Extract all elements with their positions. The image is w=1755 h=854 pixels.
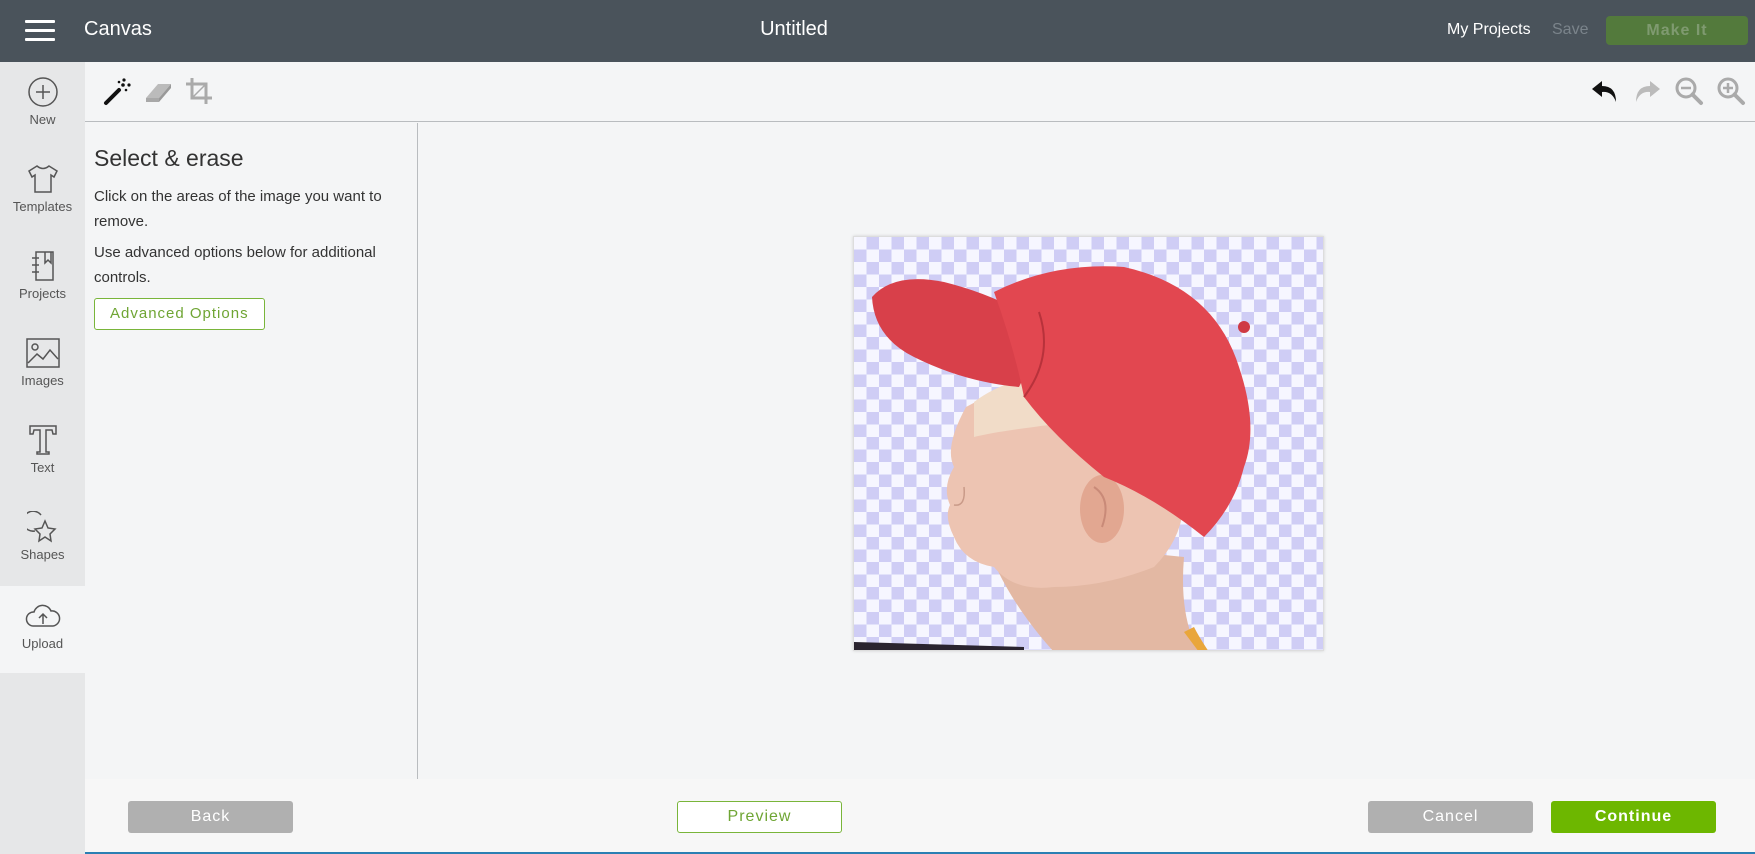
footer-bar: Back Preview Cancel Continue — [85, 779, 1755, 854]
preview-button[interactable]: Preview — [677, 801, 842, 833]
sidebar-item-label: Projects — [19, 286, 66, 301]
crop-icon[interactable] — [184, 76, 214, 106]
canvas-area — [419, 123, 1755, 779]
redo-icon[interactable] — [1632, 76, 1662, 106]
sidebar-item-label: Templates — [12, 199, 73, 214]
uploaded-image-canvas[interactable] — [853, 236, 1324, 651]
zoom-in-icon[interactable] — [1716, 76, 1746, 106]
shapes-icon — [26, 511, 57, 543]
toolbar — [85, 62, 1755, 122]
save-button[interactable]: Save — [1552, 21, 1588, 39]
sidebar-item-label: Images — [21, 373, 64, 388]
instruction-text: Click on the areas of the image you want… — [94, 188, 382, 230]
cancel-button[interactable]: Cancel — [1368, 801, 1533, 833]
my-projects-link[interactable]: My Projects — [1447, 21, 1531, 39]
sidebar-item-projects[interactable]: Projects — [0, 236, 85, 323]
notebook-icon — [31, 251, 54, 281]
undo-icon[interactable] — [1590, 76, 1620, 106]
cloud-upload-icon — [25, 604, 60, 627]
instruction-text: Use advanced options below for additiona… — [94, 244, 376, 286]
magic-wand-icon[interactable] — [102, 76, 132, 106]
back-button[interactable]: Back — [128, 801, 293, 833]
sidebar-item-label: New — [29, 112, 56, 127]
document-title: Untitled — [760, 18, 828, 40]
shirt-icon — [27, 165, 58, 193]
top-bar: Canvas Untitled My Projects Save Make It — [0, 0, 1755, 62]
continue-button[interactable]: Continue — [1551, 801, 1716, 833]
select-erase-panel: Select & erase Click on the areas of the… — [85, 123, 418, 779]
sidebar-item-templates[interactable]: Templates — [0, 149, 85, 236]
sidebar-item-new[interactable]: New — [0, 62, 85, 149]
zoom-out-icon[interactable] — [1674, 76, 1704, 106]
sidebar-item-label: Upload — [21, 636, 64, 651]
boy-in-red-cap-image — [854, 266, 1251, 650]
sidebar-item-label: Text — [30, 460, 55, 475]
sidebar-item-label: Shapes — [20, 547, 65, 562]
make-it-button[interactable]: Make It — [1606, 16, 1748, 45]
advanced-options-button[interactable]: Advanced Options — [94, 298, 265, 330]
sidebar-item-shapes[interactable]: Shapes — [0, 497, 85, 584]
image-icon — [25, 338, 60, 368]
panel-title: Select & erase — [94, 145, 244, 171]
sidebar-item-upload[interactable]: Upload — [0, 586, 85, 673]
text-t-icon — [28, 425, 57, 455]
sidebar-item-images[interactable]: Images — [0, 323, 85, 410]
sidebar: New Templates Projects Images Text Shape… — [0, 62, 85, 854]
eraser-icon[interactable] — [143, 76, 173, 106]
plus-circle-icon — [27, 77, 58, 107]
sidebar-item-text[interactable]: Text — [0, 410, 85, 497]
